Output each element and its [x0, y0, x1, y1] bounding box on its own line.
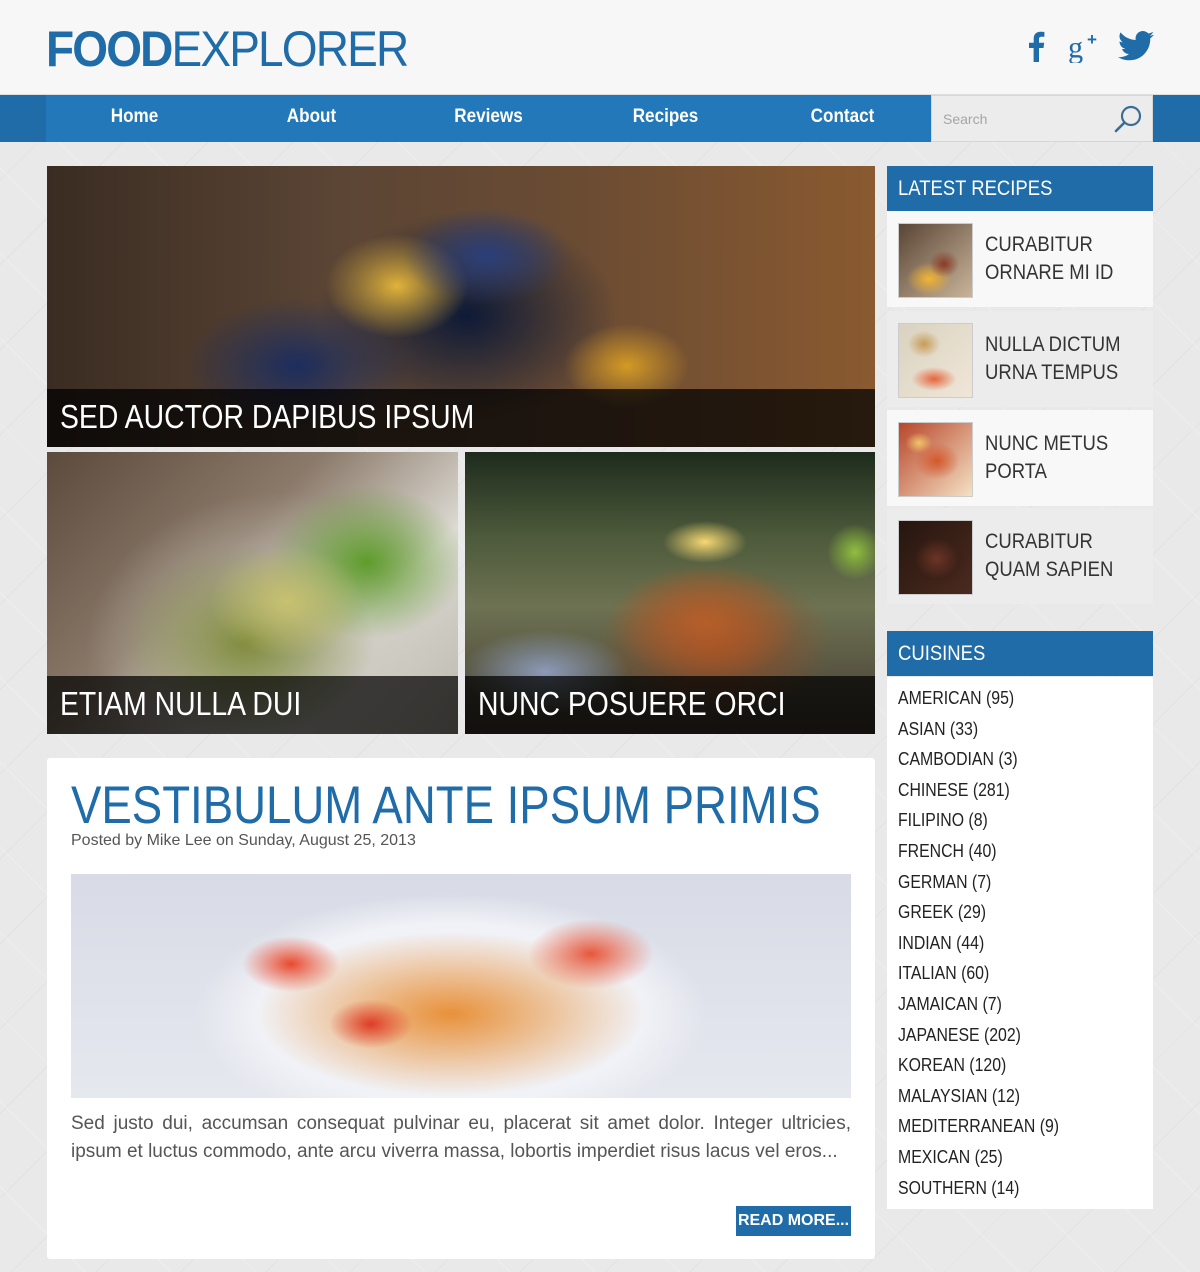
cuisine-link-indian[interactable]: INDIAN (44) [898, 928, 1142, 959]
cuisine-label: GERMAN (7) [898, 871, 992, 892]
article-card: VESTIBULUM ANTE IPSUM PRIMIS Posted by M… [47, 758, 875, 1259]
cuisine-label: FILIPINO (8) [898, 810, 988, 831]
google-plus-icon[interactable]: g + [1068, 28, 1104, 64]
recipe-thumbnail[interactable] [898, 323, 973, 398]
recipe-title[interactable]: NULLA DICTUM URNA TEMPUS [985, 331, 1145, 387]
featured-tile-3[interactable]: NUNC POSUERE ORCI [465, 452, 875, 734]
main-nav: Home About Reviews Recipes Contact [46, 95, 931, 142]
recipe-title-line: URNA TEMPUS [985, 361, 1119, 384]
cuisine-link-italian[interactable]: ITALIAN (60) [898, 958, 1142, 989]
recipe-title-line: CURABITUR [985, 530, 1093, 553]
recipe-item[interactable]: CURABITUR ORNARE MI ID [887, 211, 1153, 307]
recipe-title-line: CURABITUR [985, 233, 1093, 256]
nav-home[interactable]: Home [55, 95, 214, 142]
recipe-item[interactable]: CURABITUR QUAM SAPIEN [887, 508, 1153, 604]
twitter-icon[interactable] [1118, 28, 1154, 64]
cuisine-link-japanese[interactable]: JAPANESE (202) [898, 1020, 1142, 1051]
cuisine-link-filipino[interactable]: FILIPINO (8) [898, 805, 1142, 836]
featured-caption: ETIAM NULLA DUI [47, 676, 458, 734]
nav-contact[interactable]: Contact [763, 95, 922, 142]
svg-text:g: g [1068, 30, 1083, 63]
cuisine-link-french[interactable]: FRENCH (40) [898, 836, 1142, 867]
search-box [931, 95, 1153, 142]
cuisines-list: AMERICAN (95) ASIAN (33) CAMBODIAN (3) C… [887, 677, 1153, 1209]
logo-explorer: EXPLORER [171, 21, 410, 77]
cuisine-label: MEDITERRANEAN (9) [898, 1116, 1060, 1137]
cuisines-title: CUISINES [898, 642, 986, 665]
cuisine-link-mediterranean[interactable]: MEDITERRANEAN (9) [898, 1111, 1142, 1142]
svg-text:+: + [1087, 30, 1097, 49]
recipe-title[interactable]: CURABITUR ORNARE MI ID [985, 231, 1145, 287]
recipe-title-line: PORTA [985, 460, 1047, 483]
facebook-icon[interactable] [1018, 28, 1054, 64]
recipe-title-line: NULLA DICTUM [985, 333, 1121, 356]
recipe-thumbnail[interactable] [898, 223, 973, 298]
cuisine-label: CAMBODIAN (3) [898, 749, 1018, 770]
cuisine-link-malaysian[interactable]: MALAYSIAN (12) [898, 1081, 1142, 1112]
cuisine-link-cambodian[interactable]: CAMBODIAN (3) [898, 744, 1142, 775]
search-input[interactable] [932, 96, 1112, 141]
recipe-title[interactable]: CURABITUR QUAM SAPIEN [985, 528, 1145, 584]
featured-caption-text: ETIAM NULLA DUI [60, 685, 302, 722]
recipe-thumbnail[interactable] [898, 422, 973, 497]
cuisine-link-greek[interactable]: GREEK (29) [898, 897, 1142, 928]
cuisine-label: MALAYSIAN (12) [898, 1085, 1021, 1106]
cuisine-label: KOREAN (120) [898, 1055, 1007, 1076]
cuisine-link-jamaican[interactable]: JAMAICAN (7) [898, 989, 1142, 1020]
recipe-title-line: QUAM SAPIEN [985, 558, 1114, 581]
cuisine-label: JAMAICAN (7) [898, 993, 1002, 1014]
recipe-item[interactable]: NULLA DICTUM URNA TEMPUS [887, 311, 1153, 407]
featured-tile-1[interactable]: SED AUCTOR DAPIBUS IPSUM [47, 166, 875, 447]
cuisine-link-german[interactable]: GERMAN (7) [898, 867, 1142, 898]
site-header: FOODEXPLORER g + [0, 0, 1200, 95]
article-title[interactable]: VESTIBULUM ANTE IPSUM PRIMIS [71, 776, 821, 836]
cuisine-label: FRENCH (40) [898, 840, 997, 861]
cuisine-label: AMERICAN (95) [898, 688, 1015, 708]
latest-recipes-title: LATEST RECIPES [898, 177, 1053, 200]
cuisine-label: CHINESE (281) [898, 779, 1010, 800]
cuisines-heading: CUISINES [887, 631, 1153, 676]
cuisine-link-korean[interactable]: KOREAN (120) [898, 1050, 1142, 1081]
cuisine-label: JAPANESE (202) [898, 1024, 1021, 1045]
article-image[interactable] [71, 874, 851, 1098]
cuisine-label: MEXICAN (25) [898, 1146, 1003, 1167]
nav-reviews[interactable]: Reviews [409, 95, 568, 142]
recipe-title-line: NUNC METUS [985, 432, 1109, 455]
recipe-thumbnail[interactable] [898, 520, 973, 595]
nav-recipes[interactable]: Recipes [586, 95, 745, 142]
featured-caption: SED AUCTOR DAPIBUS IPSUM [47, 389, 875, 447]
logo-food: FOOD [46, 21, 173, 77]
article-excerpt: Sed justo dui, accumsan consequat pulvin… [71, 1113, 851, 1162]
nav-about[interactable]: About [232, 95, 391, 142]
featured-caption-text: NUNC POSUERE ORCI [478, 685, 786, 722]
cuisine-label: GREEK (29) [898, 902, 987, 923]
featured-tile-2[interactable]: ETIAM NULLA DUI [47, 452, 458, 734]
article-meta: Posted by Mike Lee on Sunday, August 25,… [71, 832, 416, 849]
latest-recipes-heading: LATEST RECIPES [887, 166, 1153, 211]
cuisine-label: ASIAN (33) [898, 718, 979, 739]
search-icon[interactable] [1112, 103, 1144, 135]
featured-caption-text: SED AUCTOR DAPIBUS IPSUM [60, 398, 475, 435]
cuisine-label: SOUTHERN (14) [898, 1177, 1020, 1198]
recipe-item[interactable]: NUNC METUS PORTA [887, 410, 1153, 506]
cuisine-link-american[interactable]: AMERICAN (95) [898, 683, 1142, 714]
featured-caption: NUNC POSUERE ORCI [465, 676, 875, 734]
recipe-title[interactable]: NUNC METUS PORTA [985, 430, 1145, 486]
recipe-title-line: ORNARE MI ID [985, 261, 1114, 284]
social-links: g + [1018, 28, 1154, 64]
cuisine-link-southern[interactable]: SOUTHERN (14) [898, 1173, 1142, 1204]
site-logo[interactable]: FOODEXPLORER [46, 21, 410, 77]
cuisine-label: INDIAN (44) [898, 932, 985, 953]
read-more-button[interactable]: READ MORE... [736, 1206, 851, 1236]
cuisine-link-mexican[interactable]: MEXICAN (25) [898, 1142, 1142, 1173]
cuisine-link-chinese[interactable]: CHINESE (281) [898, 775, 1142, 806]
cuisine-label: ITALIAN (60) [898, 963, 990, 984]
cuisine-link-asian[interactable]: ASIAN (33) [898, 714, 1142, 745]
